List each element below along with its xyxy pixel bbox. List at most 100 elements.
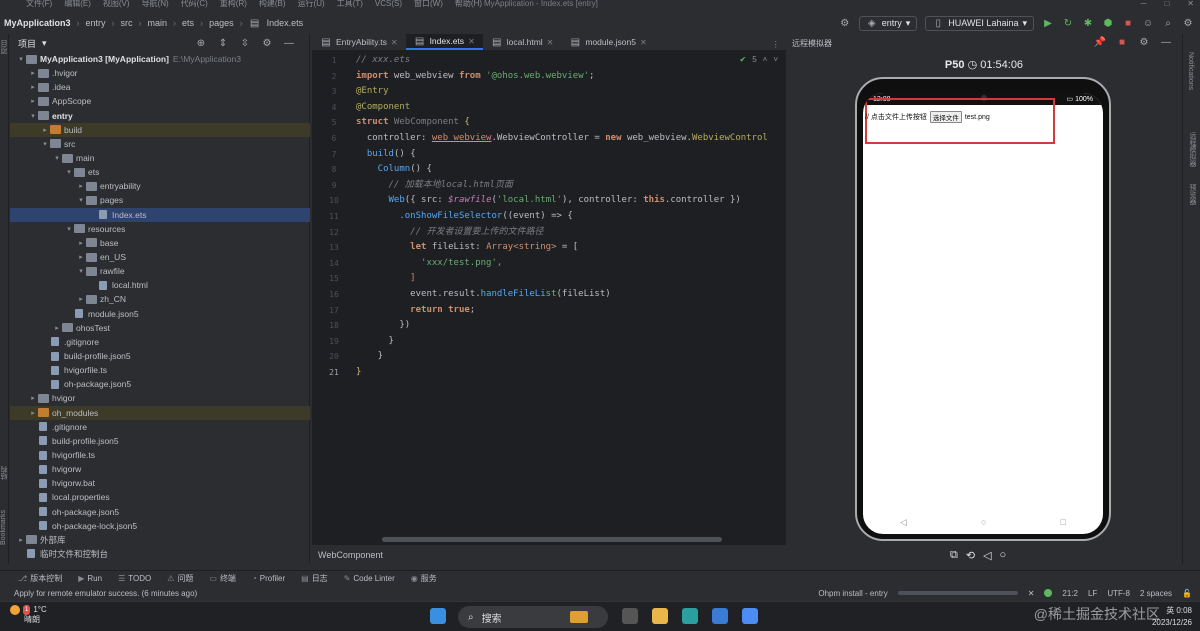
screenshot-icon[interactable]: ⧉ [950, 549, 958, 562]
chevron-right-icon[interactable]: ▸ [28, 394, 38, 402]
tree-node[interactable]: .gitignore [10, 420, 310, 434]
project-view-title[interactable]: 项目 [18, 37, 36, 50]
more-tabs-icon[interactable]: ⋮ [772, 39, 787, 50]
background-task[interactable]: Ohpm install - entry [818, 589, 887, 598]
tool-problems[interactable]: ⚠ 问题 [167, 573, 193, 584]
tree-node[interactable]: Index.ets [10, 207, 310, 222]
hide-panel-icon[interactable]: — [1160, 36, 1172, 48]
run-icon[interactable]: ▶ [1042, 17, 1054, 29]
file-explorer-icon[interactable] [652, 608, 668, 624]
breadcrumb-main[interactable]: main [148, 18, 168, 28]
menu-item-help[interactable]: 帮助(H) [455, 0, 482, 8]
close-tab-icon[interactable]: ✕ [640, 38, 647, 47]
chevron-down-icon[interactable]: ▾ [16, 55, 26, 63]
tab-local-html[interactable]: ▤ local.html ✕ [483, 34, 562, 50]
tree-node[interactable]: ▾ rawfile [10, 264, 310, 278]
tree-node[interactable]: oh-package.json5 [10, 377, 310, 391]
tree-node[interactable]: local.properties [10, 490, 310, 504]
taskbar-search[interactable]: ⌕ 搜索 [458, 606, 608, 628]
menu-item-run[interactable]: 运行(U) [298, 0, 325, 8]
stop-icon[interactable]: ■ [1116, 36, 1128, 48]
menu-item-edit[interactable]: 编辑(E) [64, 0, 91, 8]
chevron-right-icon[interactable]: ▸ [28, 83, 38, 91]
chevron-right-icon[interactable]: ▸ [52, 324, 62, 332]
settings-gear-icon[interactable]: ⚙ [1138, 36, 1150, 48]
stripe-bookmarks-tab[interactable]: Bookmarks [0, 510, 7, 545]
chevron-right-icon[interactable]: ▸ [76, 239, 86, 247]
menu-item-file[interactable]: 文件(F) [26, 0, 52, 8]
tree-node[interactable]: oh-package.json5 [10, 505, 310, 519]
tree-node[interactable]: .gitignore [10, 335, 310, 349]
attach-debugger-icon[interactable]: ⬢ [1102, 17, 1114, 29]
tree-node[interactable]: ▸ 外部库 [10, 533, 310, 547]
breadcrumb-entry[interactable]: entry [86, 18, 106, 28]
stripe-previewer-tab[interactable]: 预览器 [1187, 184, 1197, 205]
debug-icon[interactable]: ✱ [1082, 17, 1094, 29]
tree-node[interactable]: ▾ src [10, 137, 310, 151]
settings-gear-icon[interactable]: ⚙ [261, 37, 273, 49]
chevron-right-icon[interactable]: ▸ [16, 536, 26, 544]
chevron-right-icon[interactable]: ▸ [76, 295, 86, 303]
menu-item-tools[interactable]: 工具(T) [337, 0, 363, 8]
tree-node[interactable]: ▸ build [10, 122, 310, 137]
windows-start-icon[interactable] [430, 608, 446, 624]
chevron-right-icon[interactable]: ▸ [76, 182, 86, 190]
tool-todo[interactable]: ☰ TODO [118, 574, 151, 583]
tool-vcs[interactable]: ⎇ 版本控制 [18, 573, 62, 584]
chevron-down-icon[interactable]: ▾ [42, 38, 47, 49]
tool-services[interactable]: ◉ 服务 [411, 573, 437, 584]
tree-node[interactable]: ▸ base [10, 236, 310, 250]
locate-file-icon[interactable]: ⊕ [195, 37, 207, 49]
rerun-icon[interactable]: ↻ [1062, 17, 1074, 29]
tool-terminal[interactable]: ▭ 终端 [209, 573, 236, 584]
chevron-down-icon[interactable]: ▾ [76, 267, 86, 275]
tree-node[interactable]: build-profile.json5 [10, 349, 310, 363]
hide-panel-icon[interactable]: — [283, 37, 295, 49]
tree-node[interactable]: ▸ en_US [10, 250, 310, 264]
breadcrumb-pages[interactable]: pages [209, 18, 234, 28]
rotate-icon[interactable]: ⟲ [966, 549, 975, 562]
menu-item-refactor[interactable]: 重构(R) [220, 0, 247, 8]
tree-node[interactable]: local.html [10, 278, 310, 292]
tree-node[interactable]: module.json5 [10, 307, 310, 321]
tree-node[interactable]: ▸ oh_modules [10, 405, 310, 420]
settings-gear-icon[interactable]: ⚙ [839, 17, 851, 29]
tab-module-json5[interactable]: ▤ module.json5 ✕ [561, 34, 654, 50]
chevron-right-icon[interactable]: ▸ [76, 253, 86, 261]
tab-entryability[interactable]: ▤ EntryAbility.ts ✕ [312, 34, 406, 50]
chevron-right-icon[interactable]: ▸ [28, 69, 38, 77]
stripe-structure-tab[interactable]: 结构 [0, 466, 10, 480]
lock-icon[interactable]: 🔓 [1182, 589, 1192, 598]
settings-icon[interactable]: ⚙ [1182, 17, 1194, 29]
menu-item-vcs[interactable]: VCS(S) [375, 0, 402, 8]
store-icon[interactable] [712, 608, 728, 624]
tree-node[interactable]: hvigorw.bat [10, 476, 310, 490]
tree-node[interactable]: ▸ entryability [10, 179, 310, 193]
tree-node[interactable]: oh-package-lock.json5 [10, 519, 310, 533]
line-separator[interactable]: LF [1088, 589, 1097, 598]
stop-icon[interactable]: ■ [1122, 17, 1134, 29]
tree-node[interactable]: hvigorfile.ts [10, 363, 310, 377]
device-selector[interactable]: ▯ HUAWEI Lahaina ▾ [925, 15, 1034, 31]
tool-run[interactable]: ▶ Run [78, 574, 102, 583]
menu-item-view[interactable]: 视图(V) [103, 0, 130, 8]
chevron-down-icon[interactable]: ▾ [64, 225, 74, 233]
tool-log[interactable]: ▤ 日志 [301, 573, 328, 584]
tree-node[interactable]: ▸ .idea [10, 80, 310, 94]
ime-indicator[interactable]: 英 [1166, 606, 1174, 615]
stripe-notifications-tab[interactable]: Notifications [1187, 52, 1194, 90]
stripe-emulator-tab[interactable]: 远程模拟器 [1187, 132, 1197, 167]
status-message[interactable]: Apply for remote emulator success. (6 mi… [14, 589, 197, 598]
menu-item-build[interactable]: 构建(B) [259, 0, 286, 8]
module-selector[interactable]: ◈ entry ▾ [858, 15, 918, 31]
chevron-right-icon[interactable]: ▸ [28, 97, 38, 105]
tree-node[interactable]: ▸ zh_CN [10, 292, 310, 306]
tree-node[interactable]: ▾ pages [10, 193, 310, 207]
tree-node[interactable]: ▾ entry [10, 109, 310, 123]
tool-code-linter[interactable]: ✎ Code Linter [344, 574, 395, 583]
tool-profiler[interactable]: ◔ Profiler [252, 574, 285, 583]
maximize-icon[interactable]: □ [1164, 0, 1169, 8]
back-icon[interactable]: ◁ [900, 517, 907, 528]
menu-item-code[interactable]: 代码(C) [181, 0, 208, 8]
caret-position[interactable]: 21:2 [1062, 589, 1078, 598]
